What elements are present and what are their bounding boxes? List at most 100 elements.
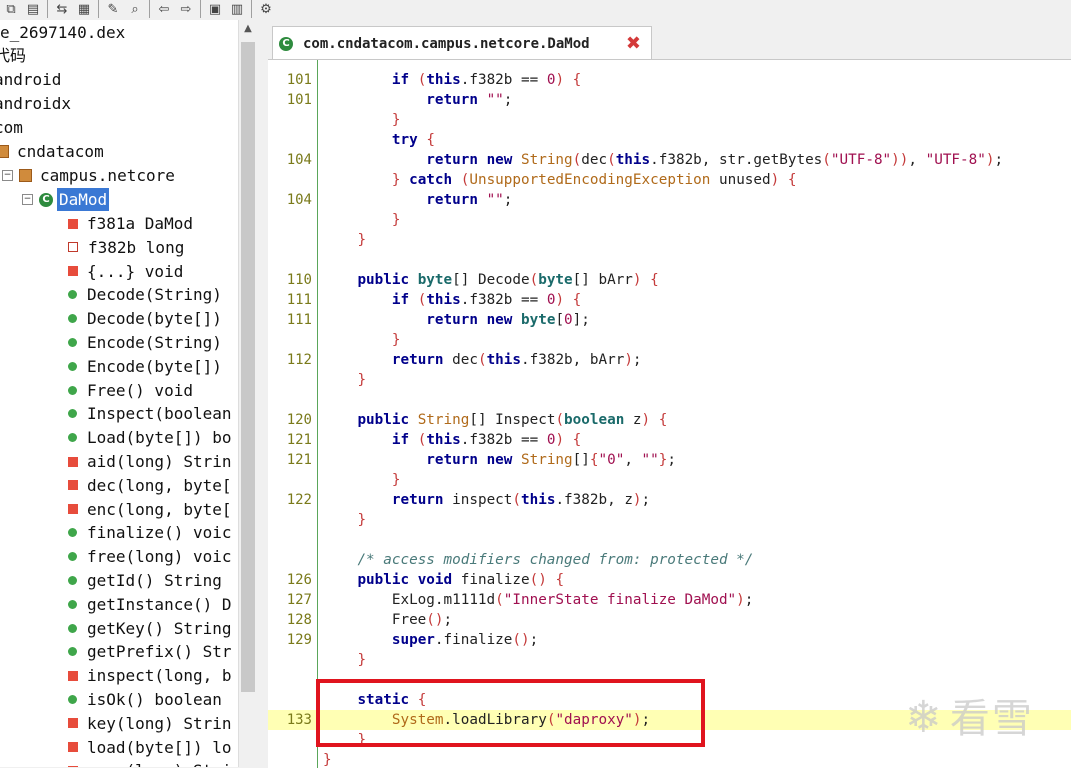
code-line: }	[268, 750, 1071, 768]
tree-member[interactable]: getId() String	[66, 569, 222, 592]
tree-member[interactable]: Encode(byte[])	[66, 355, 222, 378]
tree-member-label: enc(long, byte[	[87, 499, 232, 519]
tree-class-damod[interactable]: − C DaMod	[22, 188, 110, 211]
code-text: Free();	[323, 612, 453, 628]
tree-package-campus[interactable]: − campus.netcore	[2, 164, 175, 187]
tree-member-label: isOk() boolean	[87, 690, 222, 709]
tree-member[interactable]: load(byte[]) lo	[66, 736, 232, 759]
public-method-icon	[68, 623, 77, 633]
code-line: 101 return "";	[268, 90, 1071, 110]
tree-member[interactable]: getKey() String	[66, 617, 232, 640]
tree-member[interactable]: isOk() boolean	[66, 688, 222, 711]
scroll-up-icon[interactable]: ▲	[239, 23, 257, 34]
tree-package-com[interactable]: com	[0, 116, 23, 139]
native-method-icon	[68, 718, 78, 729]
tree-member-label: Free() void	[87, 380, 193, 400]
code-line: 101 if (this.f382b == 0) {	[268, 70, 1071, 90]
tree-member[interactable]: dec(long, byte[	[66, 474, 232, 497]
code-text: ExLog.m1111d("InnerState finalize DaMod"…	[323, 592, 754, 608]
tree-member[interactable]: f381a DaMod	[66, 212, 193, 235]
tree-member-label: getInstance() D	[87, 594, 232, 614]
back-icon[interactable]: ⇦	[153, 0, 175, 18]
tree-member[interactable]: getInstance() D	[66, 593, 232, 616]
tree-member-label: getKey() String	[87, 618, 232, 638]
tree-member[interactable]: inspect(long, b	[66, 664, 232, 687]
code-text: return "";	[426, 192, 513, 208]
collapse-icon[interactable]: −	[22, 194, 33, 205]
decompile-icon[interactable]: ▣	[204, 0, 226, 18]
public-method-icon	[68, 361, 77, 371]
tree-scrollbar[interactable]: ▲	[238, 20, 257, 767]
code-text: }	[391, 332, 401, 348]
code-line: 104 return "";	[268, 190, 1071, 210]
public-method-icon	[68, 290, 77, 300]
save-all-icon[interactable]: ▤	[22, 0, 44, 18]
tab-damod[interactable]: C com.cndatacom.campus.netcore.DaMod ✖	[272, 26, 652, 60]
code-text: /* access modifiers changed from: protec…	[357, 552, 754, 568]
project-tree[interactable]: e_2697140.dex 代码 android androidx com cn…	[0, 20, 238, 767]
public-method-icon	[68, 409, 77, 419]
wand-icon[interactable]: ✎	[102, 0, 124, 18]
native-method-icon	[68, 480, 78, 491]
tree-member-label: Load(byte[]) bo	[87, 428, 232, 448]
code-text: if (this.f382b == 0) {	[391, 292, 582, 308]
code-text: }	[391, 472, 401, 488]
tree-package-cndatacom[interactable]: cndatacom	[0, 140, 104, 163]
tree-source-node[interactable]: 代码	[0, 44, 26, 67]
log-icon[interactable]: ▥	[226, 0, 248, 18]
copy-icon[interactable]: ⧉	[0, 0, 22, 18]
tree-member[interactable]: Decode(String)	[66, 283, 222, 306]
code-line: 121 return new String[]{"0", ""};	[268, 450, 1071, 470]
tree-package-android[interactable]: android	[0, 68, 61, 91]
tree-package-androidx[interactable]: androidx	[0, 92, 71, 115]
sync-icon[interactable]: ⇆	[51, 0, 73, 18]
public-method-icon	[68, 576, 77, 585]
tree-member[interactable]: Encode(String)	[66, 331, 222, 354]
toolbar-separator	[200, 0, 201, 18]
grid-icon[interactable]: ▦	[73, 0, 95, 18]
tree-member-label: Decode(byte[])	[87, 309, 222, 329]
tree-member[interactable]: free(long) voic	[66, 545, 232, 568]
code-line: 111 return new byte[0];	[268, 310, 1071, 330]
public-method-icon	[68, 385, 77, 395]
code-line: 122 return inspect(this.f382b, z);	[268, 490, 1071, 510]
line-number: 112	[286, 352, 312, 368]
search-icon[interactable]: ⌕	[124, 0, 146, 18]
tree-member[interactable]: Free() void	[66, 379, 193, 402]
code-text: return "";	[426, 92, 513, 108]
native-method-icon	[68, 456, 78, 467]
settings-icon[interactable]: ⚙	[255, 0, 277, 18]
tree-member[interactable]: prox(long) Strin	[66, 759, 238, 767]
tree-member-label: f381a DaMod	[87, 214, 193, 233]
tree-member[interactable]: getPrefix() Str	[66, 640, 232, 663]
code-editor[interactable]: 101 if (this.f382b == 0) {101 return "";…	[268, 59, 1071, 768]
tree-member[interactable]: Load(byte[]) bo	[66, 426, 232, 449]
tree-member[interactable]: finalize() voic	[66, 521, 232, 544]
close-icon[interactable]: ✖	[626, 33, 641, 54]
collapse-icon[interactable]: −	[2, 170, 13, 181]
tree-member[interactable]: aid(long) Strin	[66, 450, 232, 473]
pane-splitter[interactable]	[256, 20, 268, 767]
toolbar-separator	[47, 0, 48, 18]
package-icon	[0, 145, 9, 158]
line-number: 121	[286, 452, 312, 468]
tree-root-file[interactable]: e_2697140.dex	[0, 21, 125, 44]
line-number: 110	[286, 272, 312, 288]
class-icon: C	[279, 36, 293, 51]
scrollbar-thumb[interactable]	[241, 42, 255, 692]
tree-member[interactable]: f382b long	[66, 236, 184, 259]
pkg-cndatacom-label: cndatacom	[17, 142, 104, 161]
code-line: 126 public void finalize() {	[268, 570, 1071, 590]
tree-member-label: finalize() voic	[87, 523, 232, 543]
line-number: 129	[286, 632, 312, 648]
code-text: return inspect(this.f382b, z);	[391, 492, 651, 508]
tree-member[interactable]: Inspect(boolean	[66, 402, 232, 425]
tree-member[interactable]: enc(long, byte[	[66, 498, 232, 521]
code-line: }	[268, 210, 1071, 230]
line-number: 133	[286, 712, 312, 728]
tree-member[interactable]: key(long) Strin	[66, 712, 232, 735]
tree-member[interactable]: Decode(byte[])	[66, 307, 222, 330]
tree-member[interactable]: {...} void	[66, 260, 183, 283]
forward-icon[interactable]: ⇨	[175, 0, 197, 18]
code-line: 110 public byte[] Decode(byte[] bArr) {	[268, 270, 1071, 290]
